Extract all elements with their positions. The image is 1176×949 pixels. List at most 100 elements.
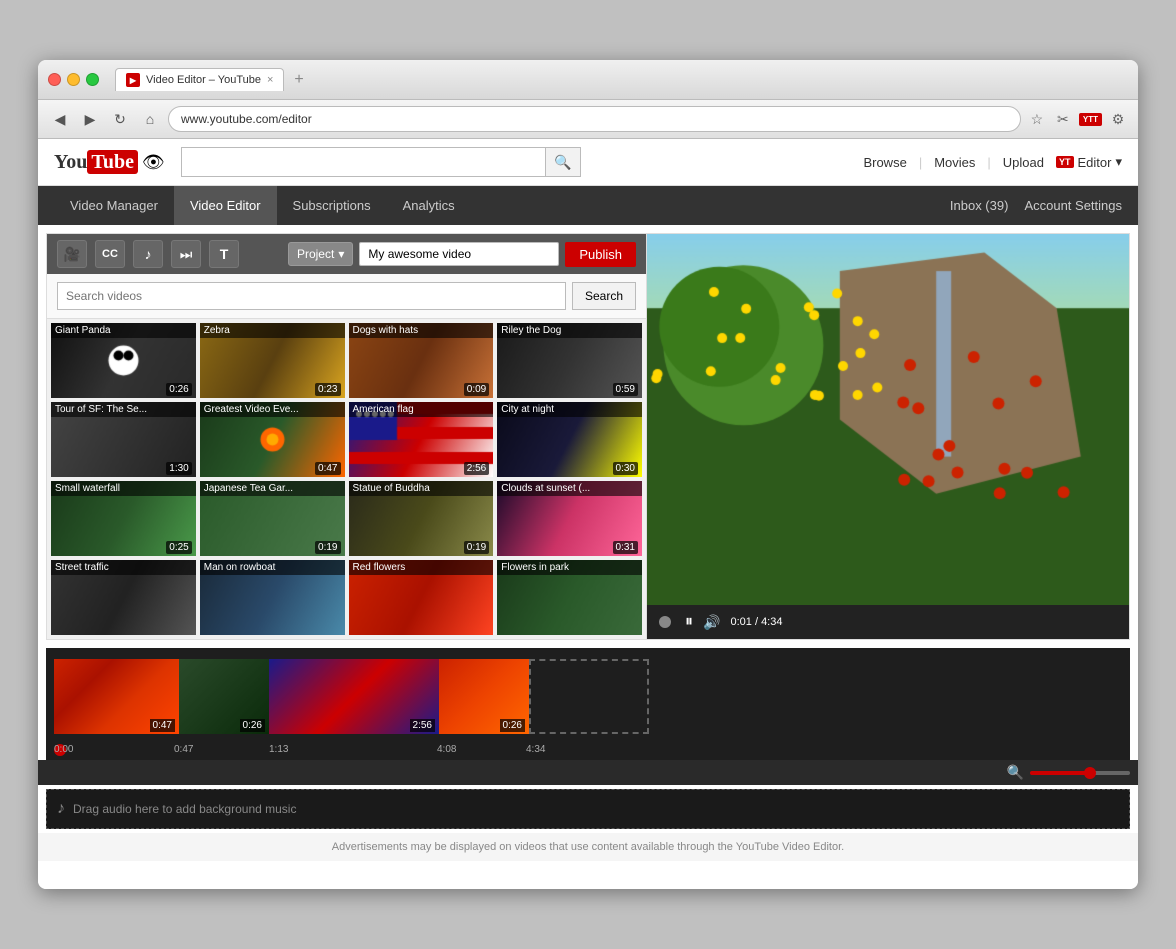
video-duration-0: 0:26 [166,383,191,396]
video-thumb-6[interactable]: American flag 2:56 [349,402,494,477]
text-tool-button[interactable]: T [209,240,239,268]
clip-duration-2: 2:56 [410,719,435,732]
tab-favicon: ▶ [126,73,140,87]
project-area: Project ▾ Publish [288,242,636,267]
video-thumb-11[interactable]: Clouds at sunset (... 0:31 [497,481,642,556]
yt-header: YouTube 👁 🔍 Browse | Movies | Upload YT … [38,139,1138,186]
close-button[interactable] [48,73,61,86]
video-thumb-10[interactable]: Statue of Buddha 0:19 [349,481,494,556]
video-thumb-4[interactable]: Tour of SF: The Se... 1:30 [51,402,196,477]
back-button[interactable]: ◀ [48,107,72,131]
video-title-3: Riley the Dog [497,323,642,338]
tab-analytics[interactable]: Analytics [387,186,471,225]
page-content: YouTube 👁 🔍 Browse | Movies | Upload YT … [38,139,1138,889]
audio-music-icon: ♪ [57,800,65,818]
video-search-input[interactable] [57,282,566,310]
preview-video [647,234,1129,605]
left-panel: 🎥 CC ♪ ⏭ T Project ▾ Publish [47,234,647,639]
zoom-handle[interactable] [1084,767,1096,779]
movies-link[interactable]: Movies [934,155,975,170]
clip-duration-1: 0:26 [240,719,265,732]
nav-right-icons: ☆ ✂ YTT ⚙ [1027,109,1128,129]
ruler-marker-2: 1:13 [269,744,288,755]
minimize-button[interactable] [67,73,80,86]
editor-area: 🎥 CC ♪ ⏭ T Project ▾ Publish [46,233,1130,640]
browser-window: ▶ Video Editor – YouTube × + ◀ ▶ ↻ ⌂ ☆ ✂… [38,60,1138,889]
video-title-15: Flowers in park [497,560,642,575]
right-panel: ⏸ 🔊 0:01 / 4:34 [647,234,1129,639]
video-thumb-5[interactable]: Greatest Video Eve... 0:47 [200,402,345,477]
timeline-clip-1[interactable]: 0:26 [179,659,269,734]
video-title-14: Red flowers [349,560,494,575]
search-container: 🔍 [181,147,581,177]
editor-arrow-icon: ▾ [1115,154,1122,170]
video-tool-button[interactable]: 🎥 [57,240,87,268]
music-tool-button[interactable]: ♪ [133,240,163,268]
clip-duration-3: 0:26 [500,719,525,732]
yt-badge: YTT [1079,113,1102,126]
video-thumb-2[interactable]: Dogs with hats 0:09 [349,323,494,398]
video-search-button[interactable]: Search [572,282,636,310]
editor-toolbar: 🎥 CC ♪ ⏭ T Project ▾ Publish [47,234,646,274]
tab-subscriptions[interactable]: Subscriptions [277,186,387,225]
yt-logo[interactable]: YouTube 👁 [54,151,165,174]
video-duration-10: 0:19 [464,541,489,554]
browse-link[interactable]: Browse [863,155,906,170]
zoom-slider[interactable] [1030,771,1130,775]
video-title-7: City at night [497,402,642,417]
video-thumb-3[interactable]: Riley the Dog 0:59 [497,323,642,398]
video-thumb-9[interactable]: Japanese Tea Gar... 0:19 [200,481,345,556]
project-dropdown[interactable]: Project ▾ [288,242,353,266]
nav-bar: ◀ ▶ ↻ ⌂ ☆ ✂ YTT ⚙ [38,100,1138,139]
upload-link[interactable]: Upload [1003,155,1044,170]
star-icon[interactable]: ☆ [1027,109,1047,129]
address-bar[interactable] [168,106,1021,132]
search-input[interactable] [181,147,545,177]
volume-button[interactable]: 🔊 [703,614,720,631]
video-duration-11: 0:31 [613,541,638,554]
reload-button[interactable]: ↻ [108,107,132,131]
scrubber-dot[interactable] [659,616,671,628]
tools-icon[interactable]: ⚙ [1108,109,1128,129]
pause-button[interactable]: ⏸ [685,613,693,631]
video-thumb-1[interactable]: Zebra 0:23 [200,323,345,398]
video-duration-3: 0:59 [613,383,638,396]
skip-tool-button[interactable]: ⏭ [171,240,201,268]
video-thumb-0[interactable]: Giant Panda 0:26 [51,323,196,398]
video-thumb-14[interactable]: Red flowers [349,560,494,635]
video-thumb-8[interactable]: Small waterfall 0:25 [51,481,196,556]
video-thumb-13[interactable]: Man on rowboat [200,560,345,635]
video-title-11: Clouds at sunset (... [497,481,642,496]
video-thumb-15[interactable]: Flowers in park [497,560,642,635]
browser-tab[interactable]: ▶ Video Editor – YouTube × [115,68,284,91]
account-settings-link[interactable]: Account Settings [1024,198,1122,213]
tab-video-editor[interactable]: Video Editor [174,186,277,225]
video-title-9: Japanese Tea Gar... [200,481,345,496]
inbox-link[interactable]: Inbox (39) [950,198,1009,213]
project-title-input[interactable] [359,242,559,266]
new-tab-button[interactable]: + [288,69,309,91]
forward-button[interactable]: ▶ [78,107,102,131]
logo-text: YouTube [54,151,138,174]
timeline-clip-2[interactable]: 2:56 [269,659,439,734]
timeline-clip-0[interactable]: 0:47 [54,659,179,734]
video-title-13: Man on rowboat [200,560,345,575]
maximize-button[interactable] [86,73,99,86]
cc-tool-button[interactable]: CC [95,240,125,268]
timeline-clip-3[interactable]: 0:26 [439,659,529,734]
playback-controls: ⏸ 🔊 0:01 / 4:34 [647,605,1129,639]
video-thumb-7[interactable]: City at night 0:30 [497,402,642,477]
preview-canvas [647,234,1129,605]
home-button[interactable]: ⌂ [138,107,162,131]
tab-video-manager[interactable]: Video Manager [54,186,174,225]
editor-button[interactable]: YT Editor ▾ [1056,154,1122,170]
video-thumb-12[interactable]: Street traffic [51,560,196,635]
timeline-drop-zone[interactable] [529,659,649,734]
current-time: 0:01 / 4:34 [730,616,782,628]
video-title-0: Giant Panda [51,323,196,338]
tab-close-icon[interactable]: × [267,74,273,86]
scissors-icon: ✂ [1053,109,1073,129]
footer-text: Advertisements may be displayed on video… [38,833,1138,861]
publish-button[interactable]: Publish [565,242,636,267]
search-button[interactable]: 🔍 [545,147,581,177]
